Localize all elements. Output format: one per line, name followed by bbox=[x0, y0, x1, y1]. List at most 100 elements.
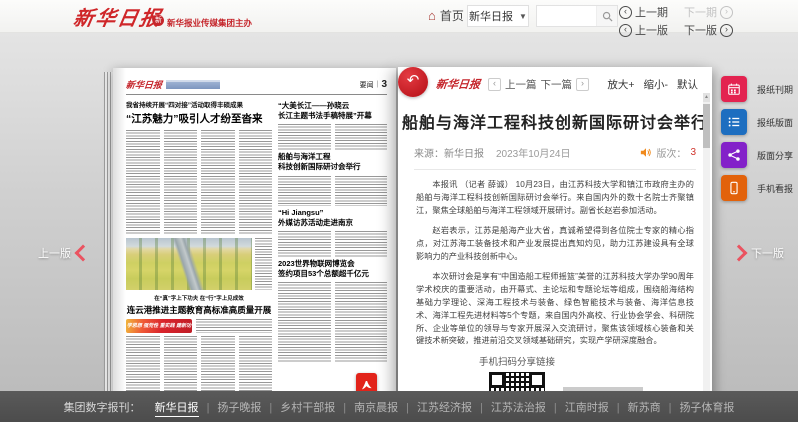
search-icon bbox=[602, 11, 613, 22]
footer-paper-label: 江南时报 bbox=[565, 402, 609, 416]
prev-article-button[interactable]: 上一篇 bbox=[505, 77, 537, 92]
newspaper-masthead-logo: 新华日报 bbox=[125, 78, 162, 91]
fake-text-column bbox=[201, 130, 235, 234]
footer-paper-link[interactable]: 新华日报 bbox=[155, 399, 218, 415]
fake-text-column bbox=[335, 231, 388, 257]
footer-paper-label: 乡村干部报 bbox=[280, 402, 335, 416]
text-columns bbox=[126, 130, 272, 234]
publisher-seal-icon: 新 bbox=[153, 15, 164, 26]
footer-paper-link[interactable]: 江苏经济报 bbox=[417, 399, 491, 415]
text-columns bbox=[278, 176, 387, 206]
scrollbar-up-button[interactable]: ▲ bbox=[703, 93, 710, 102]
footer-paper-link[interactable]: 江南时报 bbox=[565, 399, 628, 415]
headline-right-2-selected[interactable]: 船舶与海洋工程 科技创新国际研讨会举行 bbox=[278, 152, 387, 172]
sidebar-item-mobile[interactable]: 手机看报 bbox=[721, 175, 793, 201]
home-icon: ⌂ bbox=[428, 9, 436, 22]
fake-text-column bbox=[278, 124, 331, 150]
headline-line: “大美长江——孙晓云 bbox=[278, 101, 387, 111]
kicker-bottom: 在“真”字上下功夫 在“行”字上见成效 bbox=[126, 294, 272, 302]
back-button[interactable]: ↶ bbox=[398, 67, 428, 97]
next-page-side-button[interactable]: 下一版 bbox=[733, 245, 784, 261]
chevron-left-icon bbox=[75, 245, 92, 262]
prev-issue-label: 上一期 bbox=[635, 4, 668, 20]
text-columns bbox=[278, 231, 387, 257]
zoom-out-button[interactable]: 缩小- bbox=[644, 77, 669, 92]
footer-paper-link[interactable]: 江苏法治报 bbox=[491, 399, 565, 415]
headline-bottom[interactable]: 连云港推进主题教育高标准高质量开展 bbox=[126, 304, 272, 316]
footer-paper-link[interactable]: 乡村干部报 bbox=[280, 399, 354, 415]
sidebar-item-label: 手机看报 bbox=[757, 182, 793, 195]
footer-paper-link[interactable]: 新苏商 bbox=[628, 399, 680, 415]
fake-text-column bbox=[164, 130, 198, 234]
paper-select[interactable]: 新华日报 ▼ bbox=[467, 5, 529, 27]
prev-page-side-button[interactable]: 上一版 bbox=[38, 245, 89, 261]
article-toolbar: 新华日报 ‹ 上一篇 下一篇 › 放大+ 缩小- 默认 bbox=[398, 67, 712, 95]
fake-text-column bbox=[278, 176, 331, 206]
sidebar-item-label: 报纸版面 bbox=[757, 116, 793, 129]
sidebar-item-issues[interactable]: 报纸刊期 bbox=[721, 76, 793, 102]
fake-text-column bbox=[239, 336, 273, 392]
aerial-fields-photo bbox=[126, 238, 252, 290]
fake-text-column bbox=[126, 130, 160, 234]
sidebar-item-share[interactable]: 版面分享 bbox=[721, 142, 793, 168]
headline-right-3[interactable]: “Hi Jiangsu” 外媒访苏活动走进南京 bbox=[278, 208, 387, 228]
next-article-button[interactable]: 下一篇 bbox=[541, 77, 573, 92]
scrollbar-thumb[interactable] bbox=[703, 104, 710, 148]
headline-line: 外媒访苏活动走进南京 bbox=[278, 218, 387, 228]
newspaper-page-thumbnail[interactable]: 新华日报 要闻 | 3 我省持续开展“四对接”活动取得丰硕成果 “江苏魅力”吸引… bbox=[113, 68, 396, 414]
article-nav: ‹ 上一篇 下一篇 › bbox=[488, 77, 589, 92]
page-number: 3 bbox=[381, 79, 387, 90]
headline-right-1[interactable]: “大美长江——孙晓云 长江主题书法手稿特展”开幕 bbox=[278, 101, 387, 121]
newspaper-left-region: 我省持续开展“四对接”活动取得丰硕成果 “江苏魅力”吸引人才纷至沓来 在“真”字… bbox=[126, 99, 272, 392]
calendar-icon bbox=[721, 76, 747, 102]
next-page-button[interactable]: 下一版 › bbox=[684, 22, 733, 38]
return-arrow-icon: ↶ bbox=[407, 72, 420, 89]
sidebar-item-pages[interactable]: 报纸版面 bbox=[721, 109, 793, 135]
headline-main[interactable]: “江苏魅力”吸引人才纷至沓来 bbox=[126, 111, 272, 126]
home-link[interactable]: ⌂ 首页 bbox=[428, 7, 464, 24]
fake-text-column bbox=[278, 282, 331, 362]
prev-article-icon[interactable]: ‹ bbox=[488, 78, 501, 91]
section-label: 要闻 bbox=[360, 80, 374, 90]
reading-stage: 上一版 下一版 新华日报 要闻 | 3 我省持续开展“四对接” bbox=[0, 32, 798, 391]
fake-text-column bbox=[196, 319, 272, 333]
top-header: 新华日报 新 新华报业传媒集团主办 ⌂ 首页 新华日报 ▼ ‹ 上一期 bbox=[0, 0, 798, 33]
article-panel: ↶ 新华日报 ‹ 上一篇 下一篇 › 放大+ 缩小- 默认 船舶与海洋工程科技创… bbox=[398, 67, 712, 410]
search-input[interactable] bbox=[537, 6, 596, 26]
text-columns bbox=[126, 336, 272, 392]
edition-label: 版次： bbox=[656, 145, 686, 160]
zoom-in-button[interactable]: 放大+ bbox=[607, 77, 634, 92]
masthead-rule bbox=[126, 94, 387, 95]
headline-line: 船舶与海洋工程 bbox=[278, 152, 387, 162]
article-paragraph: 赵岩表示，江苏是船海产业大省，真诚希望得到各位院士专家的精心指点，对江苏海工装备… bbox=[416, 225, 694, 264]
kicker-top: 我省持续开展“四对接”活动取得丰硕成果 bbox=[126, 99, 272, 109]
fake-text-column bbox=[201, 336, 235, 392]
fake-text-column bbox=[126, 336, 160, 392]
newspaper-section-pageno: 要闻 | 3 bbox=[360, 79, 387, 90]
footer-paper-link[interactable]: 扬子晚报 bbox=[217, 399, 280, 415]
fake-text-column bbox=[278, 231, 331, 257]
speaker-icon[interactable] bbox=[640, 147, 652, 158]
footer-paper-link[interactable]: 南京晨报 bbox=[354, 399, 417, 415]
next-article-icon[interactable]: › bbox=[576, 78, 589, 91]
next-issue-label: 下一期 bbox=[684, 4, 717, 20]
chevron-right-icon bbox=[731, 245, 748, 262]
fake-text-column bbox=[335, 176, 388, 206]
search-button[interactable] bbox=[596, 6, 617, 26]
photo-row bbox=[126, 238, 272, 290]
footer-paper-label: 江苏经济报 bbox=[417, 402, 472, 416]
headline-right-4[interactable]: 2023世界物联网博览会 签约项目53个总额超千亿元 bbox=[278, 259, 387, 279]
circle-left-arrow-icon: ‹ bbox=[619, 6, 632, 19]
newspaper-body: 我省持续开展“四对接”活动取得丰硕成果 “江苏魅力”吸引人才纷至沓来 在“真”字… bbox=[126, 99, 387, 392]
newspaper-masthead-row: 新华日报 要闻 | 3 bbox=[126, 78, 387, 91]
next-issue-button[interactable]: 下一期 › bbox=[684, 4, 733, 20]
headline-line: “Hi Jiangsu” bbox=[278, 208, 387, 218]
source-value: 新华日报 bbox=[444, 149, 484, 160]
prev-page-label: 上一版 bbox=[635, 22, 668, 38]
fake-text-column bbox=[239, 130, 273, 234]
footer-paper-link[interactable]: 扬子体育报 bbox=[679, 399, 734, 415]
prev-issue-button[interactable]: ‹ 上一期 bbox=[619, 4, 668, 20]
zoom-reset-button[interactable]: 默认 bbox=[677, 77, 698, 92]
search-box bbox=[536, 5, 618, 27]
prev-page-button[interactable]: ‹ 上一版 bbox=[619, 22, 668, 38]
